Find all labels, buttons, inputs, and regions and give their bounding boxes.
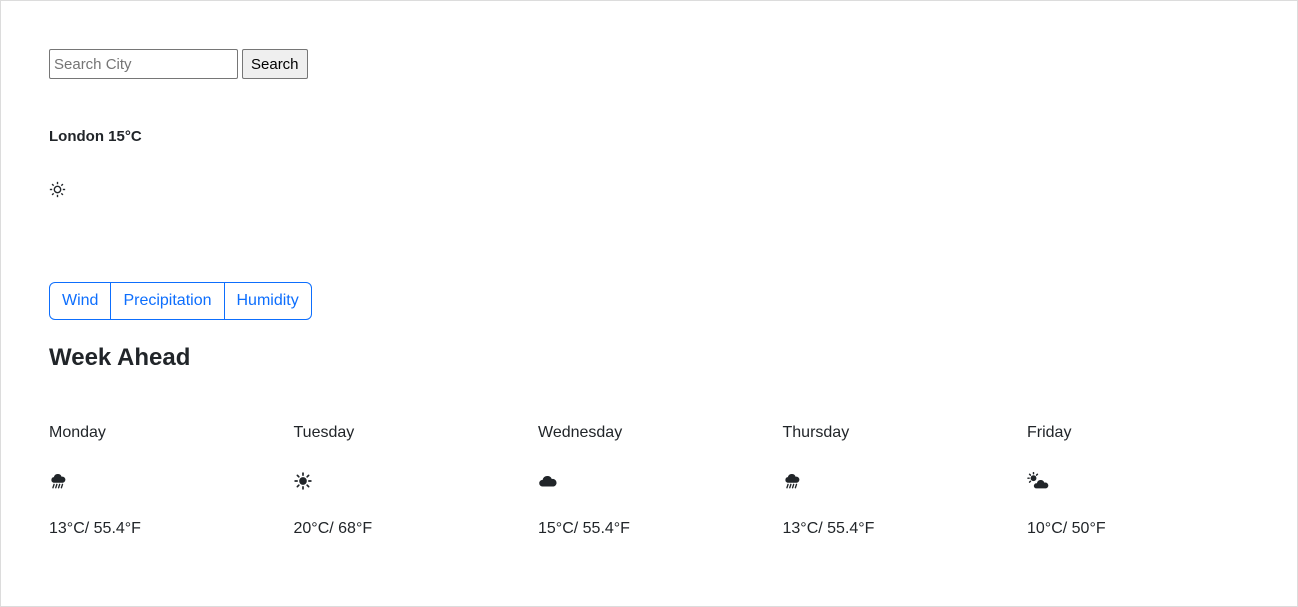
sun-behind-cloud-icon — [1027, 472, 1049, 490]
tab-wind[interactable]: Wind — [49, 282, 112, 320]
day-temperature: 15°C/ 55.4°F — [538, 520, 630, 537]
search-input[interactable] — [49, 49, 238, 79]
tab-precipitation[interactable]: Precipitation — [110, 282, 225, 320]
forecast-day-friday: Friday 10°C/ 50°F — [1027, 424, 1272, 544]
sun-icon — [293, 472, 312, 490]
forecast-day-tuesday: Tuesday 20°C/ 68°F — [294, 424, 539, 544]
day-name: Thursday — [782, 424, 850, 441]
tab-humidity[interactable]: Humidity — [223, 282, 312, 320]
metric-tab-group: Wind Precipitation Humidity — [49, 282, 312, 320]
forecast-day-monday: Monday 13°C/ 55.4°F — [49, 424, 294, 544]
forecast-day-wednesday: Wednesday 15°C/ 55.4°F — [538, 424, 783, 544]
day-name: Friday — [1027, 424, 1072, 441]
search-bar: Search — [49, 49, 308, 79]
day-temperature: 20°C/ 68°F — [293, 520, 373, 537]
sun-outline-icon — [49, 181, 66, 198]
day-temperature: 13°C/ 55.4°F — [782, 520, 875, 537]
day-name: Monday — [49, 424, 106, 441]
day-temperature: 10°C/ 50°F — [1027, 520, 1106, 537]
rain-cloud-icon — [49, 472, 67, 490]
search-button[interactable]: Search — [242, 49, 308, 79]
rain-cloud-icon — [783, 472, 801, 490]
day-name: Tuesday — [293, 424, 355, 441]
week-forecast: Monday 13°C/ 55.4°F Tuesday 20°C/ 68°F W… — [49, 424, 1272, 544]
current-weather-summary: London 15°C — [49, 128, 142, 145]
cloud-icon — [538, 472, 557, 490]
week-ahead-heading: Week Ahead — [49, 344, 191, 371]
forecast-day-thursday: Thursday 13°C/ 55.4°F — [783, 424, 1028, 544]
day-name: Wednesday — [538, 424, 623, 441]
day-temperature: 13°C/ 55.4°F — [49, 520, 141, 537]
